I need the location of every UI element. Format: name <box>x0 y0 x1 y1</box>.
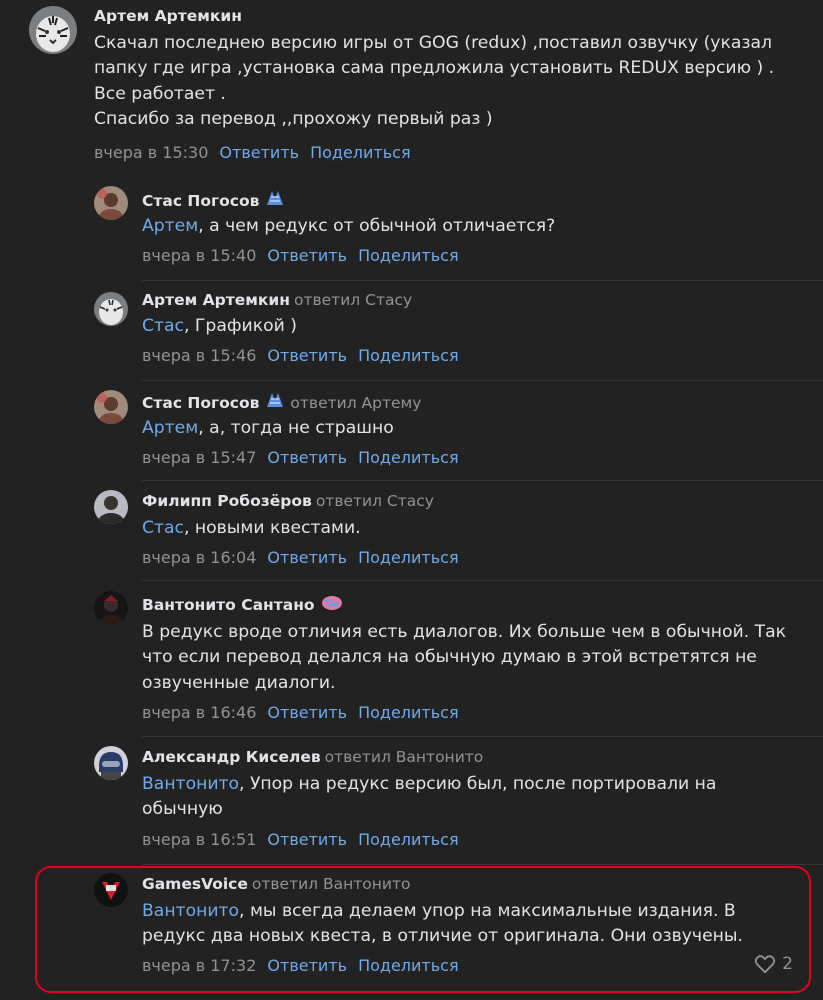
comment-text-line: Вантонито, Упор на редукс версию был, по… <box>142 772 716 797</box>
user-photo-icon <box>94 490 128 524</box>
reply-button[interactable]: Ответить <box>267 548 347 567</box>
tiger-avatar-icon <box>94 292 128 326</box>
avatar[interactable] <box>29 6 77 54</box>
helmet-avatar-icon <box>94 746 128 780</box>
comment-text-line: Спасибо за перевод ,,прохожу первый раз … <box>94 109 493 130</box>
divider <box>142 280 823 281</box>
share-button[interactable]: Поделиться <box>358 830 459 849</box>
replied-to[interactable]: ответил Вантонито <box>325 748 484 766</box>
replied-to[interactable]: ответил Стасу <box>294 291 412 309</box>
comment-time[interactable]: вчера в 16:46 <box>142 703 256 722</box>
divider <box>142 864 823 865</box>
divider <box>142 380 823 381</box>
comment-text-line: обычную <box>142 799 223 820</box>
comment-author[interactable]: Стас Погосов <box>142 192 259 210</box>
reply-button[interactable]: Ответить <box>267 246 347 265</box>
comment-text: Стас, новыми квестами. <box>142 516 361 541</box>
replied-to[interactable]: ответил Артему <box>290 394 421 412</box>
comment-text: Скачал последнею версию игры от GOG (red… <box>94 31 774 133</box>
reply-button[interactable]: Ответить <box>219 143 299 162</box>
comment-text-line: папку где игра ,установка сама предложил… <box>94 58 775 79</box>
comment-time[interactable]: вчера в 15:46 <box>142 346 256 365</box>
comment-author[interactable]: Вантонито Сантано <box>142 596 315 614</box>
comment-text: В редукс вроде отличия есть диалогов. Их… <box>142 620 786 696</box>
reply-button[interactable]: Ответить <box>267 703 347 722</box>
comment-text-line: , Графикой ) <box>184 316 297 336</box>
comment-text: Стас, Графикой ) <box>142 314 297 339</box>
comment-time[interactable]: вчера в 16:04 <box>142 548 256 567</box>
comment-time[interactable]: вчера в 15:40 <box>142 246 256 265</box>
comment-text-line: что если перевод делался на обычную дума… <box>142 647 757 668</box>
share-button[interactable]: Поделиться <box>358 703 459 722</box>
replied-to[interactable]: ответил Стасу <box>316 492 434 510</box>
comment-text-line: Все работает . <box>94 83 226 104</box>
comment-time[interactable]: вчера в 15:30 <box>94 143 208 162</box>
comment-text-line: , новыми квестами. <box>184 518 361 538</box>
mention-link[interactable]: Стас <box>142 518 184 538</box>
share-button[interactable]: Поделиться <box>358 346 459 365</box>
mention-link[interactable]: Артем <box>142 216 198 236</box>
mention-link[interactable]: Вантонито <box>142 774 239 794</box>
avatar[interactable] <box>94 591 128 625</box>
comment-text: Артем, а чем редукс от обычной отличаетс… <box>142 214 555 239</box>
donut-badge-icon <box>264 391 286 416</box>
reply-button[interactable]: Ответить <box>267 448 347 467</box>
divider <box>142 480 823 481</box>
divider <box>142 580 823 581</box>
donut-badge-icon <box>264 189 286 214</box>
share-button[interactable]: Поделиться <box>358 246 459 265</box>
reply-button[interactable]: Ответить <box>267 830 347 849</box>
tiger-avatar-icon <box>29 6 77 54</box>
share-button[interactable]: Поделиться <box>310 143 411 162</box>
comment-text-line: , а, тогда не страшно <box>198 418 394 438</box>
comment-author[interactable]: Артем Артемкин <box>94 7 242 25</box>
comment-time[interactable]: вчера в 15:47 <box>142 448 256 467</box>
comment-author[interactable]: Артем Артемкин <box>142 291 290 309</box>
comment-text: Вантонито, Упор на редукс версию был, по… <box>142 772 716 823</box>
comment-author[interactable]: Александр Киселев <box>142 748 321 766</box>
comment-text-line: , а чем редукс от обычной отличается? <box>198 216 556 236</box>
highlight-frame <box>35 866 811 993</box>
reply-button[interactable]: Ответить <box>267 346 347 365</box>
comment-text-line: озвученные диалоги. <box>142 672 336 693</box>
avatar[interactable] <box>94 292 128 326</box>
comment-author[interactable]: Стас Погосов <box>142 394 259 412</box>
avatar[interactable] <box>94 390 128 424</box>
comment-text-fragment: , Упор на редукс версию был, после порти… <box>239 774 717 794</box>
avatar[interactable] <box>94 490 128 524</box>
comment-author[interactable]: Филипп Робозёров <box>142 492 312 510</box>
mention-link[interactable]: Стас <box>142 316 184 336</box>
user-photo-icon <box>94 186 128 220</box>
share-button[interactable]: Поделиться <box>358 548 459 567</box>
divider <box>142 736 823 737</box>
comment-text: Артем, а, тогда не страшно <box>142 416 394 441</box>
comment-text-line: Скачал последнею версию игры от GOG (red… <box>94 33 773 53</box>
comment-time[interactable]: вчера в 16:51 <box>142 830 256 849</box>
brain-badge-icon <box>320 593 344 618</box>
comment-text-line: В редукс вроде отличия есть диалогов. Их… <box>142 622 787 642</box>
share-button[interactable]: Поделиться <box>358 448 459 467</box>
avatar[interactable] <box>94 186 128 220</box>
user-photo-icon <box>94 591 128 625</box>
mention-link[interactable]: Артем <box>142 418 198 438</box>
user-photo-icon <box>94 390 128 424</box>
avatar[interactable] <box>94 746 128 780</box>
